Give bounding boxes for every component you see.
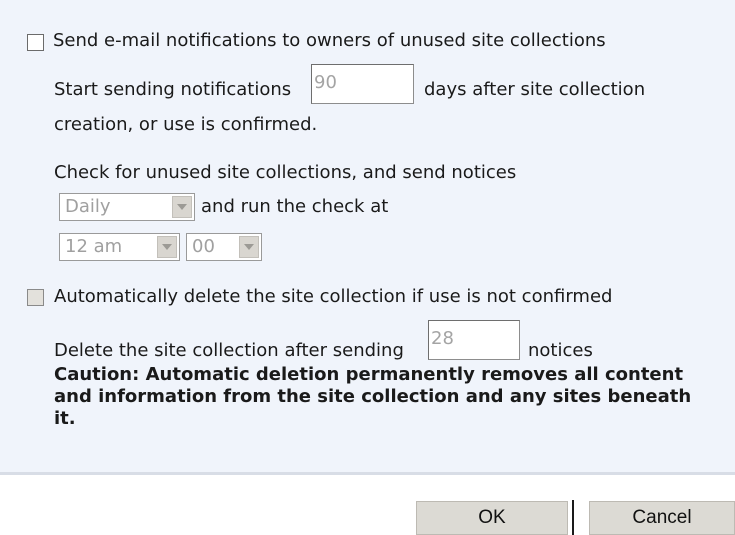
frequency-selected-value: Daily bbox=[65, 196, 111, 217]
chevron-down-icon[interactable] bbox=[157, 236, 177, 258]
chevron-down-icon[interactable] bbox=[239, 236, 259, 258]
button-separator bbox=[572, 500, 574, 535]
auto-delete-label: Automatically delete the site collection… bbox=[54, 286, 613, 307]
minute-selected-value: 00 bbox=[192, 236, 215, 257]
delete-after-label: Delete the site collection after sending bbox=[54, 340, 404, 361]
chevron-down-icon[interactable] bbox=[172, 196, 192, 218]
ok-button[interactable]: OK bbox=[416, 501, 568, 535]
run-check-label: and run the check at bbox=[201, 196, 389, 217]
days-after-label: days after site collection bbox=[424, 79, 646, 100]
send-notifications-checkbox[interactable] bbox=[27, 34, 44, 51]
days-input[interactable]: 90 bbox=[311, 64, 414, 104]
caution-text: Caution: Automatic deletion permanently … bbox=[54, 364, 692, 429]
frequency-select[interactable]: Daily bbox=[59, 193, 195, 221]
cancel-button[interactable]: Cancel bbox=[589, 501, 735, 535]
notices-label: notices bbox=[528, 340, 593, 361]
start-sending-label: Start sending notifications bbox=[54, 79, 292, 100]
hour-selected-value: 12 am bbox=[65, 236, 123, 257]
auto-delete-checkbox[interactable] bbox=[27, 289, 44, 306]
minute-select[interactable]: 00 bbox=[186, 233, 262, 261]
check-unused-label: Check for unused site collections, and s… bbox=[54, 162, 517, 183]
settings-panel: Send e-mail notifications to owners of u… bbox=[0, 0, 735, 475]
hour-select[interactable]: 12 am bbox=[59, 233, 180, 261]
notices-input[interactable]: 28 bbox=[428, 320, 520, 360]
creation-confirmed-label: creation, or use is confirmed. bbox=[54, 114, 318, 135]
send-notifications-label: Send e-mail notifications to owners of u… bbox=[53, 30, 606, 51]
